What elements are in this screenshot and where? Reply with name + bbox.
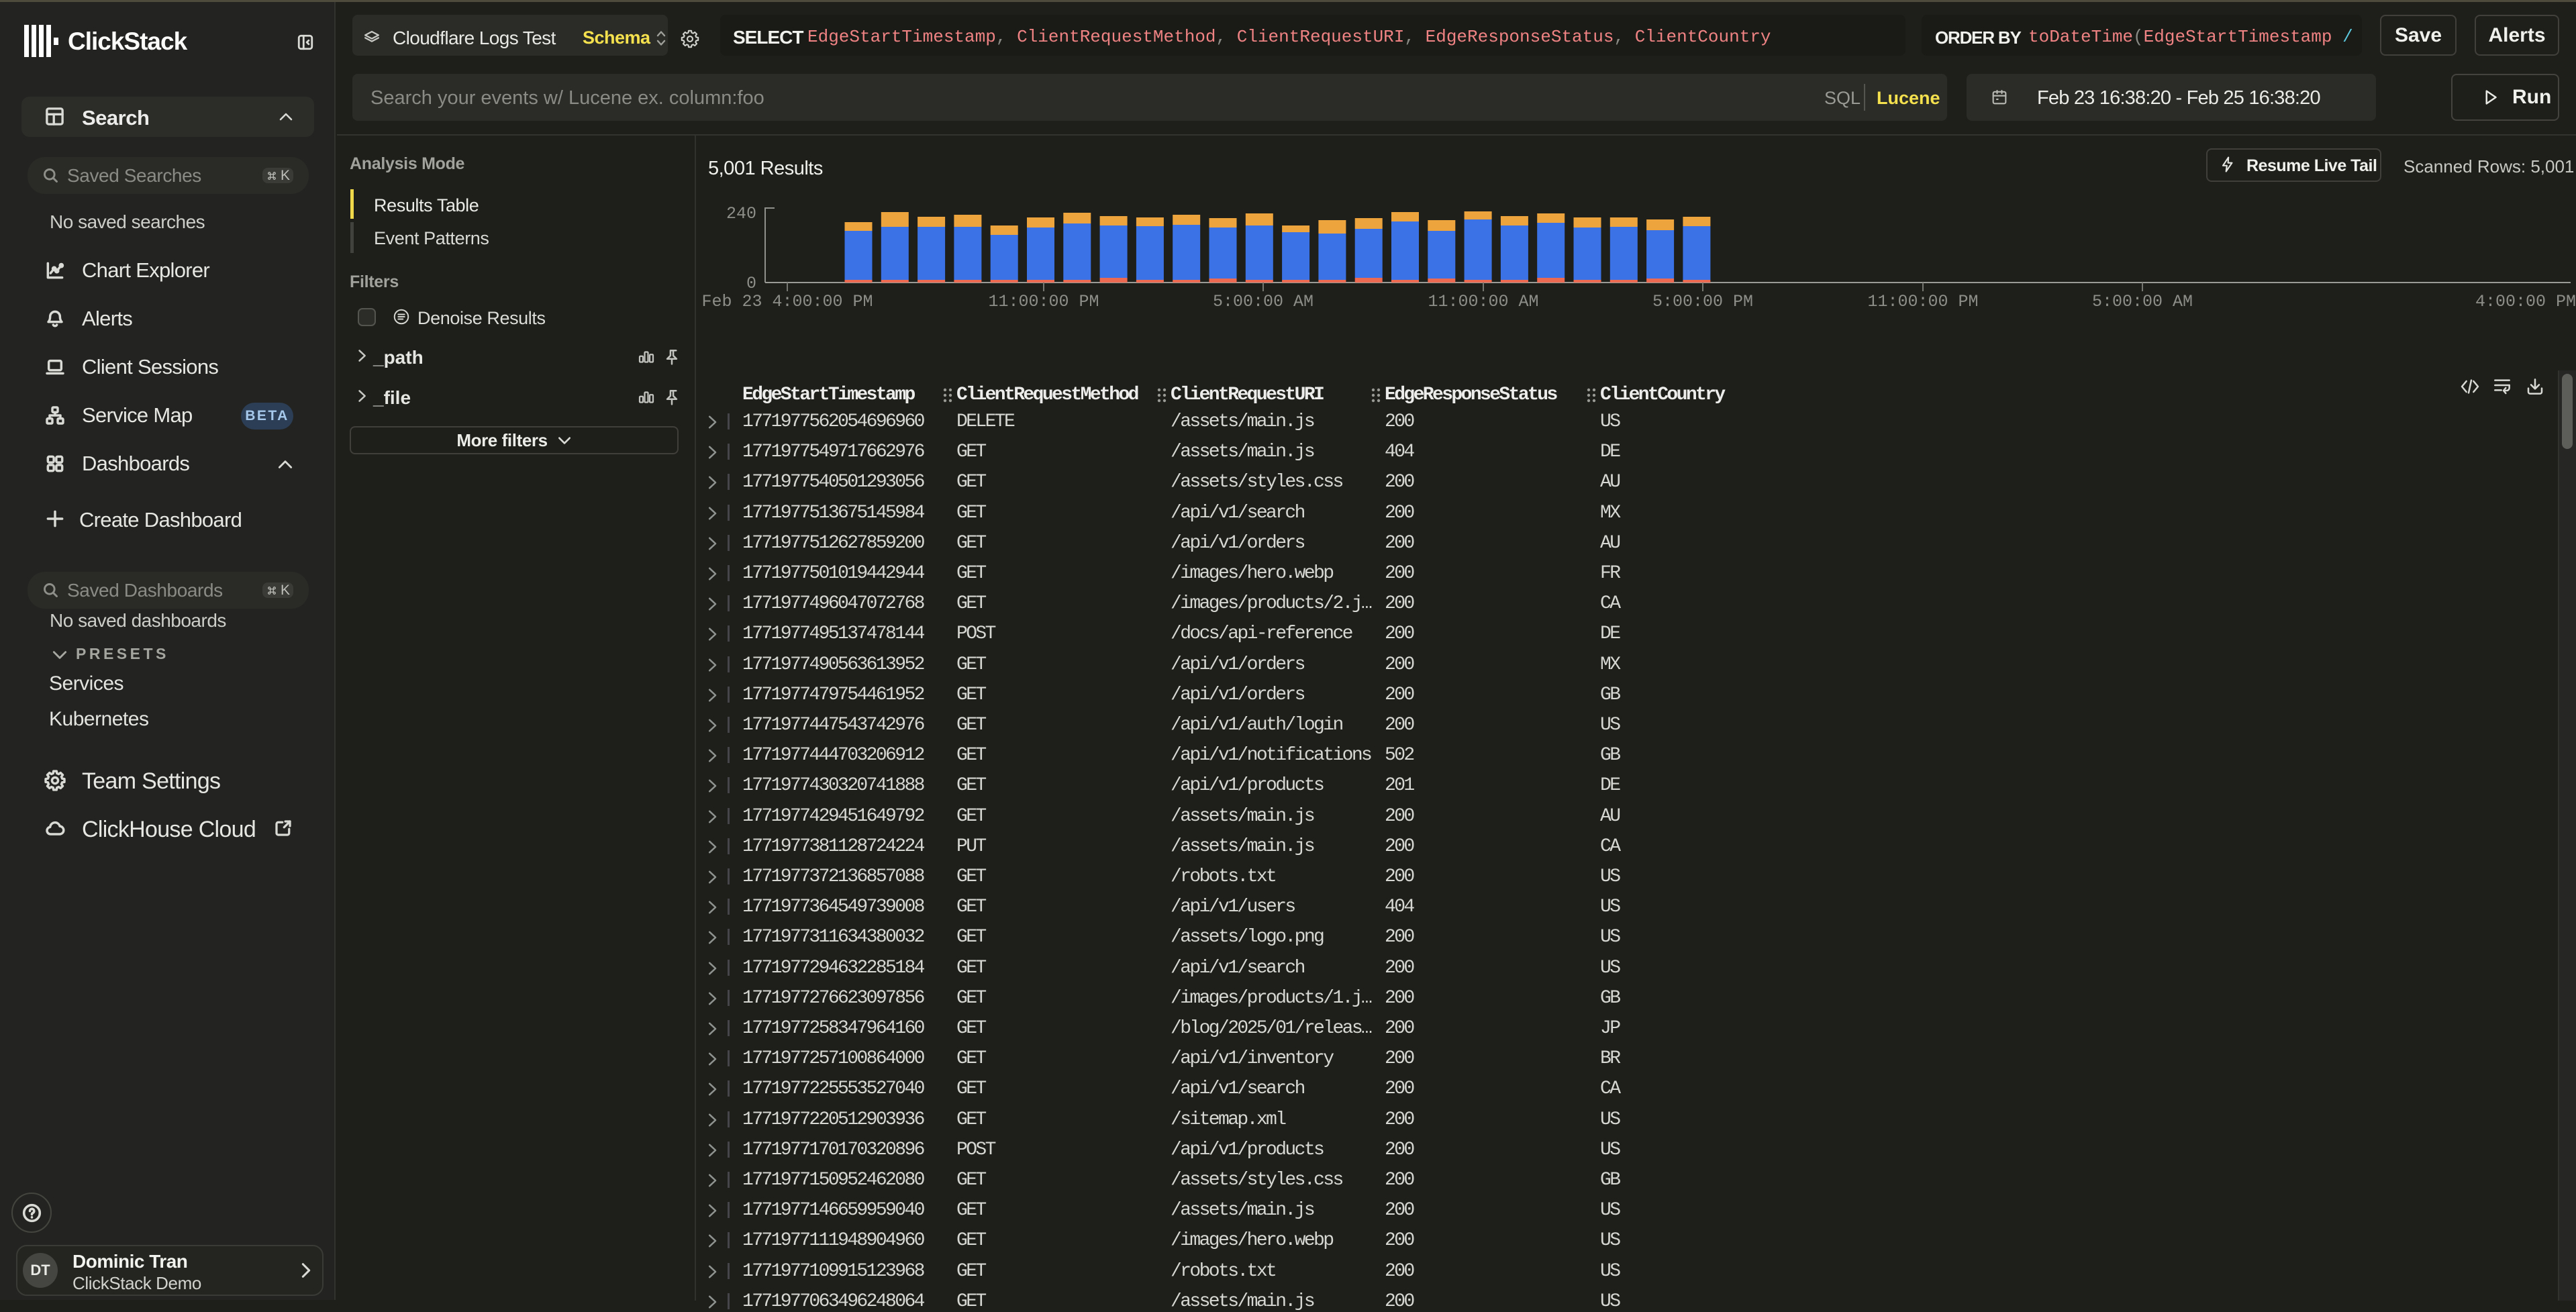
svg-text:0: 0	[746, 274, 756, 293]
svg-text:Feb 23 4:00:00 PM: Feb 23 4:00:00 PM	[701, 292, 873, 311]
svg-text:5:00:00 AM: 5:00:00 AM	[2092, 292, 2193, 311]
svg-text:11:00:00 PM: 11:00:00 PM	[988, 292, 1099, 311]
svg-text:4:00:00 PM: 4:00:00 PM	[2475, 292, 2576, 311]
svg-text:5:00:00 PM: 5:00:00 PM	[1652, 292, 1753, 311]
svg-text:11:00:00 PM: 11:00:00 PM	[1867, 292, 1978, 311]
svg-text:11:00:00 AM: 11:00:00 AM	[1428, 292, 1538, 311]
svg-text:5:00:00 AM: 5:00:00 AM	[1213, 292, 1314, 311]
svg-text:240: 240	[726, 204, 756, 223]
